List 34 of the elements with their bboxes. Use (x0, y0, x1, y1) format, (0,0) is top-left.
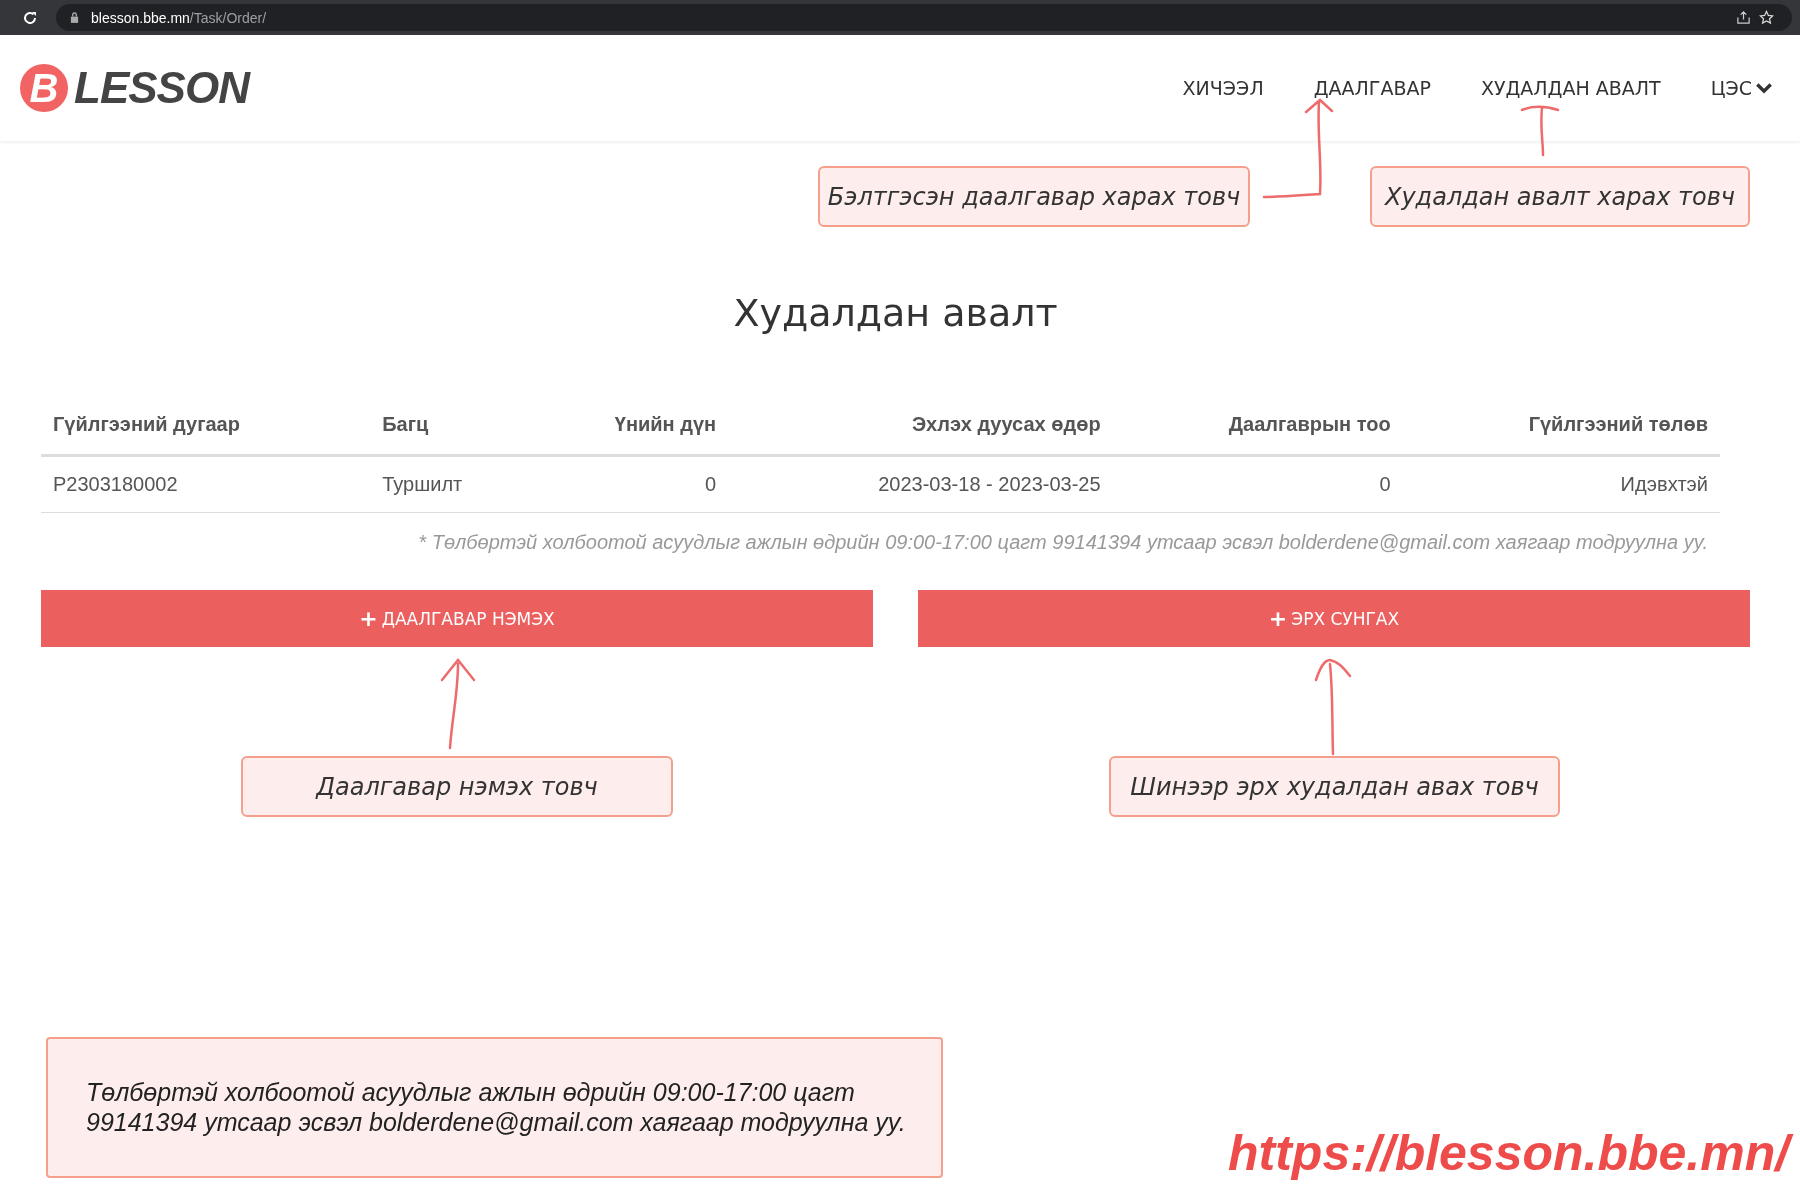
callout-box: Худалдан авалт харах товч (1370, 166, 1750, 227)
table-cell: 0 (532, 455, 729, 513)
column-header: Гүйлгээний дугаар (41, 395, 371, 456)
callout-box: Бэлтгэсэн даалгавар харах товч (818, 166, 1250, 227)
payment-note: * Төлбөртэй холбоотой асуудлыг ажлын өдрийн 09:00-17:00 цагт 99141394 утсаар эсвэл bolderdene@gmail.com хаягаар тодруулна уу. (417, 531, 1708, 554)
column-header: Үнийн дүн (532, 395, 729, 456)
annotation-arrow (1520, 105, 1560, 157)
column-header: Гүйлгээний төлөв (1402, 395, 1720, 456)
table-cell: P2303180002 (41, 455, 371, 513)
table-cell: Идэвхтэй (1402, 455, 1720, 513)
nav-link[interactable]: ДААЛГАВАР (1313, 77, 1431, 99)
url-host: blesson.bbe.mn (91, 9, 190, 26)
reload-icon[interactable] (22, 9, 38, 26)
callout-box: Даалгавар нэмэх товч (241, 756, 673, 817)
address-bar[interactable]: blesson.bbe.mn/Task/Order/ (56, 4, 1792, 31)
table-cell: Туршилт (370, 455, 533, 513)
chevron-down-icon (1756, 82, 1772, 94)
table-cell: 0 (1112, 455, 1403, 513)
star-icon[interactable] (1759, 10, 1774, 25)
column-header: Багц (370, 395, 533, 456)
column-header: Эхлэх дуусах өдөр (728, 395, 1113, 456)
nav-link[interactable]: ЦЭС (1710, 77, 1772, 99)
info-text: 99141394 утсаар эсвэл bolderdene@gmail.com хаягаар тодруулна уу. (86, 1107, 907, 1137)
column-header: Даалгаврын тоо (1112, 395, 1403, 456)
info-text: Төлбөртэй холбоотой асуудлыг ажлын өдрийн 09:00-17:00 цагт (86, 1077, 856, 1107)
nav-link[interactable]: ХУДАЛДАН АВАЛТ (1480, 77, 1661, 99)
nav-link[interactable]: ХИЧЭЭЛ (1182, 77, 1264, 99)
lock-icon (70, 12, 79, 23)
logo-text[interactable]: LESSON (74, 63, 249, 113)
table-cell: 2023-03-18 - 2023-03-25 (728, 455, 1113, 513)
callout-box: Шинээр эрх худалдан авах товч (1109, 756, 1560, 817)
url-path: /Task/Order/ (189, 9, 267, 26)
page-title: Худалдан авалт (732, 291, 1059, 335)
share-icon[interactable] (1736, 10, 1751, 25)
